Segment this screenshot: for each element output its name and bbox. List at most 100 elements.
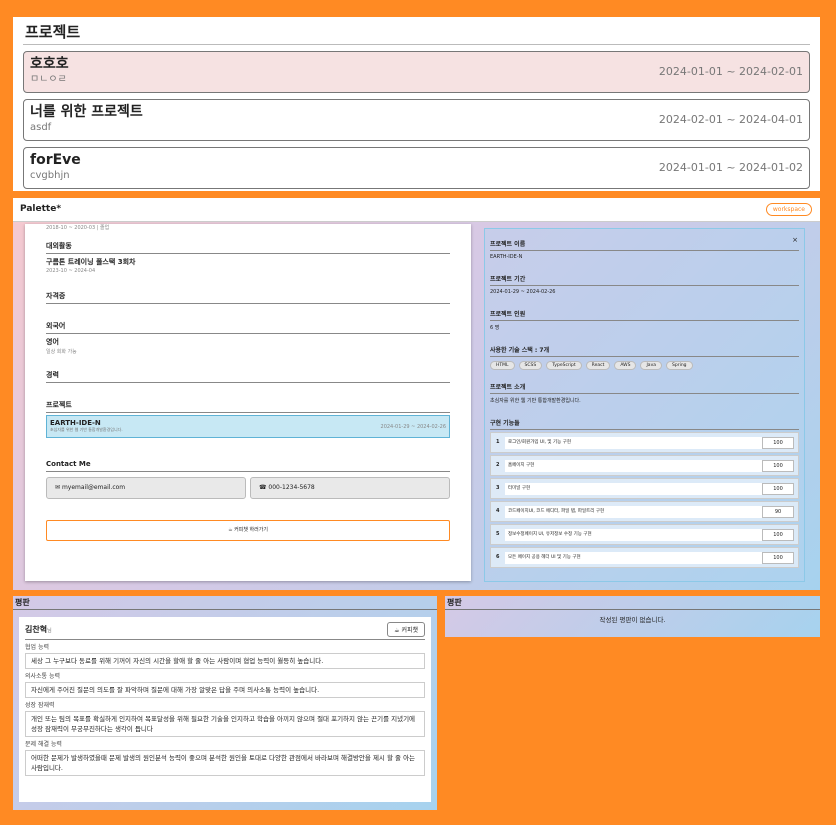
feature-name-field[interactable]: 터미널 구현 [505,483,765,495]
feature-number: 4 [496,508,500,514]
feature-name-field[interactable]: 로그인/회원가입 UI, 및 기능 구현 [505,437,765,449]
detail-label: 프로젝트 기간 [490,274,799,286]
feature-row: 3 터미널 구현 100 [490,478,799,499]
review-text: 세상 그 누구보다 동료를 위해 기꺼이 자신의 시간을 할애 할 줄 아는 사… [25,653,425,669]
feature-name-field[interactable]: 정보수정페이지 UI, 유저정보 수정 기능 구현 [505,529,765,541]
feature-name-field[interactable]: 코드페이지UI, 코드 에디터, 파일 탭, 파일트리 구현 [505,506,765,518]
activity-section: 대외활동 구름톤 트레이닝 풀스택 3회차 2023-10 ~ 2024-04 [46,242,450,274]
project-dates: 2024-02-01 ~ 2024-04-01 [658,113,803,126]
resume-project-dates: 2024-01-29 ~ 2024-02-26 [380,424,446,430]
feature-row: 4 코드페이지UI, 코드 에디터, 파일 탭, 파일트리 구현 90 [490,501,799,522]
phone-text: 000-1234-5678 [268,484,315,491]
project-item[interactable]: forEve cvgbhjn 2024-01-01 ~ 2024-01-02 [23,147,810,189]
feature-number: 2 [496,462,500,468]
section-label: 외국어 [46,322,450,334]
section-label: Contact Me [46,460,450,472]
coffee-chat-button[interactable]: ☕ 커피챗 하러가기 [46,520,450,541]
review-text: 자신에게 주어진 질문의 의도를 잘 파악하며 질문에 대해 가장 알맞은 답을… [25,682,425,698]
detail-intro: 초심자를 위한 웹 기반 통합개발환경입니다. [490,398,581,404]
reviewer-name: 김찬혁님 [25,625,52,634]
detail-people: 6 명 [490,325,500,331]
lang-title: 영어 [46,338,59,346]
section-label: 경력 [46,371,450,383]
section-label: 자격증 [46,292,450,304]
reviews-title: 평판 [13,596,437,610]
career-section: 경력 [46,371,450,383]
stack-list: HTML SCSS TypeScript React AWS Java Spri… [490,361,799,370]
coffee-chat-label: 커피챗 하러가기 [234,527,268,533]
detail-label: 사용한 기술 스택 : 7개 [490,345,799,357]
reviews-empty-panel: 평판 작성된 평판이 없습니다. [445,596,820,637]
stack-chip: Java [640,361,662,370]
lang-section: 외국어 영어 일상 회화 가능 [46,322,450,355]
contact-section: Contact Me ✉ myemail@email.com ☎ 000-123… [46,460,450,499]
reviews-title: 평판 [445,596,820,610]
detail-label: 구현 기능들 [490,418,799,430]
feature-value-field[interactable]: 100 [762,460,794,472]
email-text: myemail@email.com [61,484,126,491]
project-item[interactable]: 너를 위한 프로젝트 asdf 2024-02-01 ~ 2024-04-01 [23,99,810,141]
review-card: 김찬혁님 ☕ 커피챗 협업 능력 세상 그 누구보다 동료를 위해 기꺼이 자신… [19,617,431,802]
project-item[interactable]: 호호호 ㅁㄴㅇㄹ 2024-01-01 ~ 2024-02-01 [23,51,810,93]
feature-number: 3 [496,485,500,491]
stack-chip: React [585,361,611,370]
feature-row: 1 로그인/회원가입 UI, 및 기능 구현 100 [490,432,799,453]
feature-name-field[interactable]: 모든 페이지 공용 헤더 UI 및 기능 구현 [505,552,765,564]
brand-logo[interactable]: Palette* [20,204,61,214]
email-box[interactable]: ✉ myemail@email.com [46,477,246,499]
cert-section: 자격증 [46,292,450,304]
section-label: 대외활동 [46,242,450,254]
feature-row: 2 홈페이지 구현 100 [490,455,799,476]
detail-name: EARTH-IDE-N [490,254,523,260]
empty-reviews-text: 작성된 평판이 없습니다. [599,616,666,624]
feature-value-field[interactable]: 100 [762,483,794,495]
mail-icon: ✉ [55,484,62,491]
feature-value-field[interactable]: 100 [762,552,794,564]
feature-number: 6 [496,554,500,560]
stack-chip: Spring [666,361,693,370]
lang-note: 일상 회화 가능 [46,349,77,355]
app-header: Palette* workspace [13,198,820,222]
project-dates: 2024-01-01 ~ 2024-01-02 [658,161,803,174]
feature-row: 5 정보수정페이지 UI, 유저정보 수정 기능 구현 100 [490,524,799,545]
education-line: 2018-10 ~ 2020-03 | 졸업 [46,225,110,231]
resume-project-item[interactable]: EARTH-IDE-N 초심자를 위한 웹 기반 통합개발환경입니다. 2024… [46,415,450,438]
review-text: 개인 또는 팀의 목표를 확실하게 인지하여 목표달성을 위해 필요한 기술을 … [25,711,425,737]
review-text: 어떠한 문제가 발생하였을때 문제 발생의 원인분석 능력이 좋으며 분석한 원… [25,750,425,776]
close-icon[interactable]: × [792,236,798,244]
project-detail-panel: × 프로젝트 이름 EARTH-IDE-N 프로젝트 기간 2024-01-29… [484,228,805,582]
feature-number: 1 [496,439,500,445]
detail-label: 프로젝트 인원 [490,309,799,321]
phone-box[interactable]: ☎ 000-1234-5678 [250,477,450,499]
feature-value-field[interactable]: 90 [762,506,794,518]
review-category: 협업 능력 [25,644,49,651]
stack-chip: TypeScript [546,361,582,370]
detail-period: 2024-01-29 ~ 2024-02-26 [490,289,556,295]
detail-label: 프로젝트 이름 [490,239,799,251]
feature-value-field[interactable]: 100 [762,529,794,541]
detail-label: 프로젝트 소개 [490,382,799,394]
resume-card: 2018-10 ~ 2020-03 | 졸업 대외활동 구름톤 트레이닝 풀스택… [25,224,471,581]
review-category: 문제 해결 능력 [25,741,62,748]
stack-chip: SCSS [518,361,543,370]
workspace-button[interactable]: workspace [765,203,812,216]
feature-name-field[interactable]: 홈페이지 구현 [505,460,765,472]
review-category: 의사소통 능력 [25,673,61,680]
projects-title: 프로젝트 [23,23,810,45]
reviews-panel: 평판 김찬혁님 ☕ 커피챗 협업 능력 세상 그 누구보다 동료를 위해 기꺼이… [13,596,437,810]
stack-chip: AWS [614,361,637,370]
feature-number: 5 [496,531,500,537]
activity-title: 구름톤 트레이닝 풀스택 3회차 [46,258,136,266]
feature-row: 6 모든 페이지 공용 헤더 UI 및 기능 구현 100 [490,547,799,568]
stack-chip: HTML [490,361,515,370]
section-label: 프로젝트 [46,401,450,413]
project-dates: 2024-01-01 ~ 2024-02-01 [658,65,803,78]
activity-dates: 2023-10 ~ 2024-04 [46,268,96,274]
palette-panel: Palette* workspace 2018-10 ~ 2020-03 | 졸… [13,198,820,590]
feature-value-field[interactable]: 100 [762,437,794,449]
review-category: 성장 잠재력 [25,702,55,709]
coffee-chat-button[interactable]: ☕ 커피챗 [387,622,425,637]
projects-panel: 프로젝트 호호호 ㅁㄴㅇㄹ 2024-01-01 ~ 2024-02-01 너를… [13,17,820,191]
project-section: 프로젝트 EARTH-IDE-N 초심자를 위한 웹 기반 통합개발환경입니다.… [46,401,450,438]
phone-icon: ☎ [259,484,269,491]
